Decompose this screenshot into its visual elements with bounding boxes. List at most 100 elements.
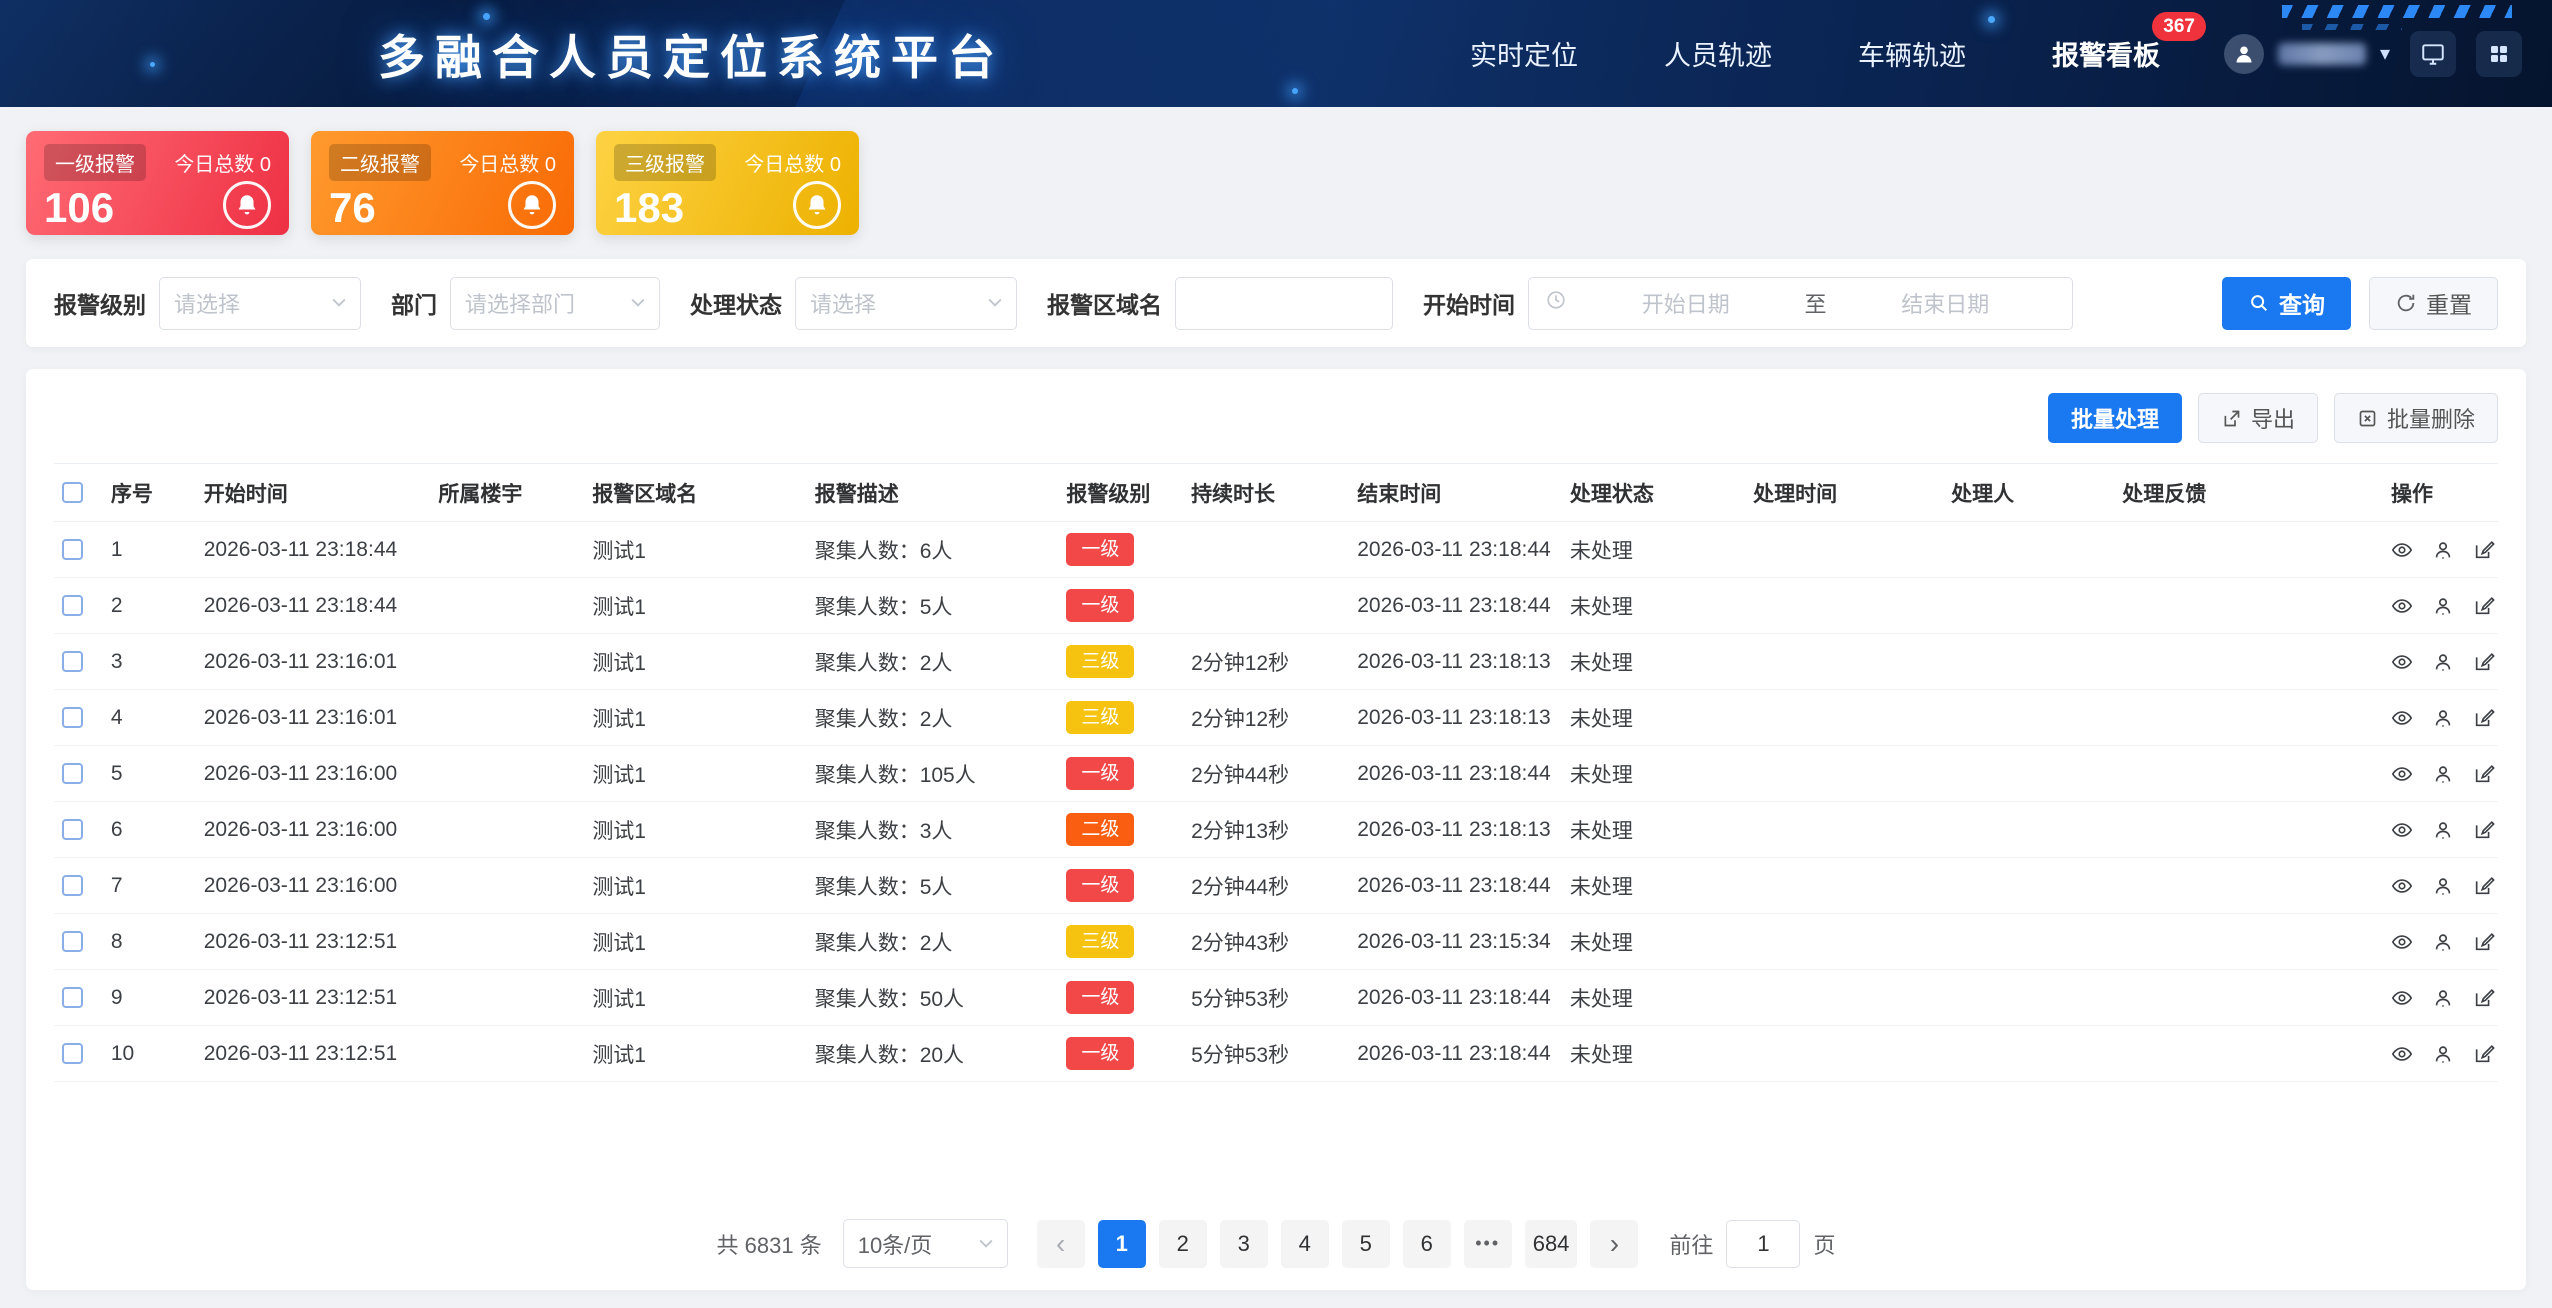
page-size-select[interactable]: 10条/页 xyxy=(843,1219,1008,1268)
view-icon[interactable] xyxy=(2391,539,2413,561)
page-button-2[interactable]: 2 xyxy=(1159,1220,1207,1268)
cell-building xyxy=(430,802,584,858)
row-checkbox[interactable] xyxy=(62,707,83,728)
nav-personnel-track[interactable]: 人员轨迹 xyxy=(1664,34,1772,73)
edit-icon[interactable] xyxy=(2473,819,2495,841)
view-icon[interactable] xyxy=(2391,931,2413,953)
cell-handle-time xyxy=(1745,914,1943,970)
row-checkbox[interactable] xyxy=(62,819,83,840)
department-select[interactable]: 请选择部门 xyxy=(450,277,660,330)
edit-icon[interactable] xyxy=(2473,595,2495,617)
locate-person-icon[interactable] xyxy=(2432,987,2454,1009)
edit-icon[interactable] xyxy=(2473,707,2495,729)
cell-status: 未处理 xyxy=(1562,578,1745,634)
level-badge: 一级 xyxy=(1066,869,1134,902)
row-checkbox[interactable] xyxy=(62,987,83,1008)
page-button-1[interactable]: 1 xyxy=(1098,1220,1146,1268)
edit-icon[interactable] xyxy=(2473,931,2495,953)
card-total-count: 76 xyxy=(329,187,376,229)
edit-icon[interactable] xyxy=(2473,987,2495,1009)
locate-person-icon[interactable] xyxy=(2432,763,2454,785)
cell-area-name: 测试1 xyxy=(584,634,806,690)
view-icon[interactable] xyxy=(2391,763,2413,785)
edit-icon[interactable] xyxy=(2473,875,2495,897)
chevron-down-icon xyxy=(631,298,645,308)
view-icon[interactable] xyxy=(2391,819,2413,841)
cell-operations xyxy=(2383,970,2498,1026)
cell-duration: 5分钟53秒 xyxy=(1183,970,1349,1026)
cell-level: 一级 xyxy=(1058,578,1183,634)
edit-icon[interactable] xyxy=(2473,539,2495,561)
cell-start-time: 2026-03-11 23:16:00 xyxy=(196,802,431,858)
row-checkbox[interactable] xyxy=(62,1043,83,1064)
edit-icon[interactable] xyxy=(2473,651,2495,673)
locate-person-icon[interactable] xyxy=(2432,1043,2454,1065)
cell-start-time: 2026-03-11 23:18:44 xyxy=(196,522,431,578)
row-checkbox[interactable] xyxy=(62,595,83,616)
view-icon[interactable] xyxy=(2391,987,2413,1009)
page-button-6[interactable]: 6 xyxy=(1403,1220,1451,1268)
row-checkbox[interactable] xyxy=(62,875,83,896)
alarm-level-select[interactable]: 请选择 xyxy=(159,277,361,330)
page-button-4[interactable]: 4 xyxy=(1281,1220,1329,1268)
edit-icon[interactable] xyxy=(2473,763,2495,785)
select-all-checkbox[interactable] xyxy=(62,482,83,503)
row-checkbox[interactable] xyxy=(62,931,83,952)
date-range-picker[interactable]: 开始日期 至 结束日期 xyxy=(1528,277,2073,330)
cell-area-name: 测试1 xyxy=(584,970,806,1026)
screen-icon[interactable] xyxy=(2410,31,2456,77)
chevron-down-icon[interactable]: ▾ xyxy=(2380,41,2390,66)
process-status-select[interactable]: 请选择 xyxy=(795,277,1017,330)
apps-grid-icon[interactable] xyxy=(2476,31,2522,77)
batch-delete-button[interactable]: 批量删除 xyxy=(2334,393,2498,443)
app-title: 多融合人员定位系统平台 xyxy=(378,19,1005,88)
search-button[interactable]: 查询 xyxy=(2222,277,2351,330)
batch-process-button[interactable]: 批量处理 xyxy=(2048,393,2182,443)
locate-person-icon[interactable] xyxy=(2432,819,2454,841)
nav-alarm-board[interactable]: 报警看板 367 xyxy=(2052,34,2160,73)
area-name-input[interactable] xyxy=(1175,277,1393,330)
prev-page-button[interactable]: ‹ xyxy=(1037,1220,1085,1268)
view-icon[interactable] xyxy=(2391,651,2413,673)
cell-index: 1 xyxy=(103,522,196,578)
cell-handle-time xyxy=(1745,858,1943,914)
range-separator: 至 xyxy=(1805,287,1827,319)
view-icon[interactable] xyxy=(2391,1043,2413,1065)
locate-person-icon[interactable] xyxy=(2432,595,2454,617)
nav-realtime-location[interactable]: 实时定位 xyxy=(1470,34,1578,73)
page-button-684[interactable]: 684 xyxy=(1525,1220,1578,1268)
cell-operations xyxy=(2383,1026,2498,1082)
page-button-3[interactable]: 3 xyxy=(1220,1220,1268,1268)
view-icon[interactable] xyxy=(2391,595,2413,617)
cell-handle-time xyxy=(1745,746,1943,802)
goto-page-input[interactable] xyxy=(1726,1220,1800,1268)
reset-button[interactable]: 重置 xyxy=(2369,277,2498,330)
alarm-card-level1: 一级报警 今日总数 0 106 xyxy=(26,131,289,235)
cell-feedback xyxy=(2114,970,2383,1026)
cell-end-time: 2026-03-11 23:18:44 xyxy=(1349,858,1562,914)
row-checkbox[interactable] xyxy=(62,539,83,560)
locate-person-icon[interactable] xyxy=(2432,931,2454,953)
row-checkbox[interactable] xyxy=(62,651,83,672)
nav-vehicle-track[interactable]: 车辆轨迹 xyxy=(1858,34,1966,73)
cell-duration: 2分钟44秒 xyxy=(1183,858,1349,914)
cell-duration: 5分钟53秒 xyxy=(1183,1026,1349,1082)
cell-handle-time xyxy=(1745,634,1943,690)
locate-person-icon[interactable] xyxy=(2432,651,2454,673)
cell-index: 3 xyxy=(103,634,196,690)
view-icon[interactable] xyxy=(2391,875,2413,897)
next-page-button[interactable]: › xyxy=(1590,1220,1638,1268)
locate-person-icon[interactable] xyxy=(2432,539,2454,561)
export-button[interactable]: 导出 xyxy=(2198,393,2318,443)
page-more-button[interactable]: ••• xyxy=(1464,1220,1512,1268)
row-checkbox[interactable] xyxy=(62,763,83,784)
cell-building xyxy=(430,746,584,802)
cell-duration: 2分钟12秒 xyxy=(1183,690,1349,746)
locate-person-icon[interactable] xyxy=(2432,875,2454,897)
page-button-5[interactable]: 5 xyxy=(1342,1220,1390,1268)
cell-level: 一级 xyxy=(1058,858,1183,914)
user-avatar-icon[interactable] xyxy=(2224,34,2264,74)
edit-icon[interactable] xyxy=(2473,1043,2495,1065)
view-icon[interactable] xyxy=(2391,707,2413,729)
locate-person-icon[interactable] xyxy=(2432,707,2454,729)
